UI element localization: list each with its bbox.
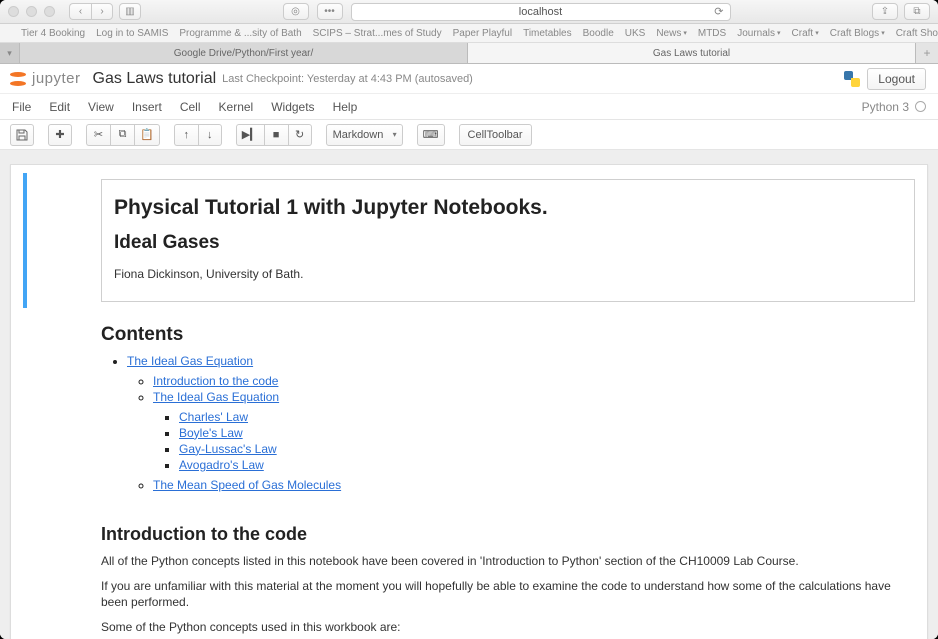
tab-list-icon[interactable]: ▾	[0, 43, 20, 63]
back-button[interactable]: ‹	[69, 3, 91, 20]
menu-cell[interactable]: Cell	[180, 100, 201, 114]
paragraph: If you are unfamiliar with this material…	[101, 578, 915, 612]
toolbar: ✚ ✂ ⧉ 📋 ↑ ↓ ▶▎ ■ ↻ Markdown	[0, 120, 938, 150]
toc-link[interactable]: Charles' Law	[179, 410, 248, 424]
menu-edit[interactable]: Edit	[49, 100, 70, 114]
cut-button[interactable]: ✂	[86, 124, 110, 146]
browser-tabs: ▾ Google Drive/Python/First year/ Gas La…	[0, 43, 938, 64]
jupyter-logo-text: jupyter	[32, 70, 81, 87]
bookmark-item[interactable]: Craft▾	[792, 28, 819, 39]
save-button[interactable]	[10, 124, 34, 146]
bookmark-item[interactable]: Journals▾	[737, 28, 780, 39]
bookmarks-bar: Tier 4 Booking Log in to SAMIS Programme…	[0, 24, 938, 43]
menu-insert[interactable]: Insert	[132, 100, 162, 114]
address-text: localhost	[519, 6, 562, 18]
bookmark-item[interactable]: Boodle	[583, 28, 614, 39]
logout-button[interactable]: Logout	[867, 68, 926, 90]
extension-icon[interactable]: •••	[317, 3, 343, 20]
menu-help[interactable]: Help	[333, 100, 358, 114]
nav-buttons: ‹ ›	[69, 3, 113, 20]
forward-button[interactable]: ›	[91, 3, 113, 20]
notebook-scroll-area[interactable]: Physical Tutorial 1 with Jupyter Noteboo…	[0, 150, 938, 639]
menu-widgets[interactable]: Widgets	[271, 100, 314, 114]
move-up-button[interactable]: ↑	[174, 124, 198, 146]
cell-toolbar-button[interactable]: CellToolbar	[459, 124, 532, 146]
browser-tab[interactable]: Google Drive/Python/First year/	[20, 43, 468, 63]
tabs-overview-icon[interactable]: ⧉	[904, 3, 930, 20]
heading-1: Physical Tutorial 1 with Jupyter Noteboo…	[114, 196, 902, 220]
jupyter-header: jupyter Gas Laws tutorial Last Checkpoin…	[0, 64, 938, 94]
jupyter-logo-icon	[6, 67, 30, 91]
toc-link[interactable]: Avogadro's Law	[179, 458, 264, 472]
toc-link[interactable]: The Ideal Gas Equation	[127, 354, 253, 368]
pinterest-ext-icon[interactable]: ◎	[283, 3, 309, 20]
bookmark-item[interactable]: Timetables	[523, 28, 572, 39]
markdown-cell[interactable]: Introduction to the code All of the Pyth…	[23, 504, 915, 639]
toc-link[interactable]: The Mean Speed of Gas Molecules	[153, 478, 341, 492]
bookmark-item[interactable]: News▾	[656, 28, 687, 39]
titlebar: ‹ › ▥ ◎ ••• localhost ⟳ ⇪ ⧉	[0, 0, 938, 24]
move-down-button[interactable]: ↓	[198, 124, 222, 146]
jupyter-logo[interactable]: jupyter	[6, 67, 81, 91]
bookmark-item[interactable]: Craft Blogs▾	[830, 28, 885, 39]
bookmark-item[interactable]: SCIPS – Strat...mes of Study	[313, 28, 442, 39]
notebook-title[interactable]: Gas Laws tutorial	[93, 70, 217, 88]
menubar: File Edit View Insert Cell Kernel Widget…	[0, 94, 938, 120]
bookmark-item[interactable]: Paper Playful	[453, 28, 512, 39]
heading-1: Ideal Gases	[114, 232, 902, 254]
heading-2: Introduction to the code	[101, 524, 915, 545]
minimize-window-icon[interactable]	[26, 6, 37, 17]
paste-button[interactable]: 📋	[134, 124, 160, 146]
menu-kernel[interactable]: Kernel	[219, 100, 254, 114]
command-palette-button[interactable]: ⌨	[417, 124, 445, 146]
python-logo-icon	[843, 70, 861, 88]
menu-file[interactable]: File	[12, 100, 31, 114]
markdown-cell[interactable]: Contents The Ideal Gas Equation Introduc…	[23, 308, 915, 504]
kernel-status-icon	[915, 101, 926, 112]
checkpoint-status: Last Checkpoint: Yesterday at 4:43 PM (a…	[222, 73, 473, 85]
toc-link[interactable]: Introduction to the code	[153, 374, 278, 388]
copy-button[interactable]: ⧉	[110, 124, 134, 146]
share-icon[interactable]: ⇪	[872, 3, 898, 20]
apps-grid-icon[interactable]	[8, 27, 10, 40]
bookmark-item[interactable]: Log in to SAMIS	[96, 28, 168, 39]
close-window-icon[interactable]	[8, 6, 19, 17]
restart-button[interactable]: ↻	[288, 124, 312, 146]
bookmark-item[interactable]: Programme & ...sity of Bath	[179, 28, 301, 39]
bookmark-item[interactable]: Craft Shopping▾	[896, 28, 938, 39]
notebook-container: Physical Tutorial 1 with Jupyter Noteboo…	[10, 164, 928, 639]
paragraph: Some of the Python concepts used in this…	[101, 619, 915, 636]
bookmark-item[interactable]: MTDS	[698, 28, 726, 39]
author-line: Fiona Dickinson, University of Bath.	[114, 266, 902, 283]
bookmark-item[interactable]: UKS	[625, 28, 646, 39]
maximize-window-icon[interactable]	[44, 6, 55, 17]
toc-link[interactable]: Boyle's Law	[179, 426, 243, 440]
menu-view[interactable]: View	[88, 100, 114, 114]
add-cell-button[interactable]: ✚	[48, 124, 72, 146]
reload-icon[interactable]: ⟳	[714, 5, 723, 18]
browser-window: ‹ › ▥ ◎ ••• localhost ⟳ ⇪ ⧉ Tier 4 Booki…	[0, 0, 938, 639]
address-bar[interactable]: localhost ⟳	[351, 3, 731, 21]
jupyter-app: jupyter Gas Laws tutorial Last Checkpoin…	[0, 64, 938, 639]
browser-tab[interactable]: Gas Laws tutorial	[468, 43, 916, 63]
kernel-name: Python 3	[862, 100, 909, 114]
paragraph: All of the Python concepts listed in thi…	[101, 553, 915, 570]
toc-link[interactable]: Gay-Lussac's Law	[179, 442, 277, 456]
heading-2: Contents	[101, 324, 915, 346]
toc-link[interactable]: The Ideal Gas Equation	[153, 390, 279, 404]
markdown-cell[interactable]: Physical Tutorial 1 with Jupyter Noteboo…	[23, 173, 915, 308]
run-button[interactable]: ▶▎	[236, 124, 264, 146]
traffic-lights	[8, 6, 55, 17]
cell-type-select[interactable]: Markdown	[326, 124, 403, 146]
new-tab-button[interactable]: +	[916, 43, 938, 63]
sidebar-toggle-icon[interactable]: ▥	[119, 3, 141, 20]
stop-button[interactable]: ■	[264, 124, 288, 146]
bookmark-item[interactable]: Tier 4 Booking	[21, 28, 85, 39]
